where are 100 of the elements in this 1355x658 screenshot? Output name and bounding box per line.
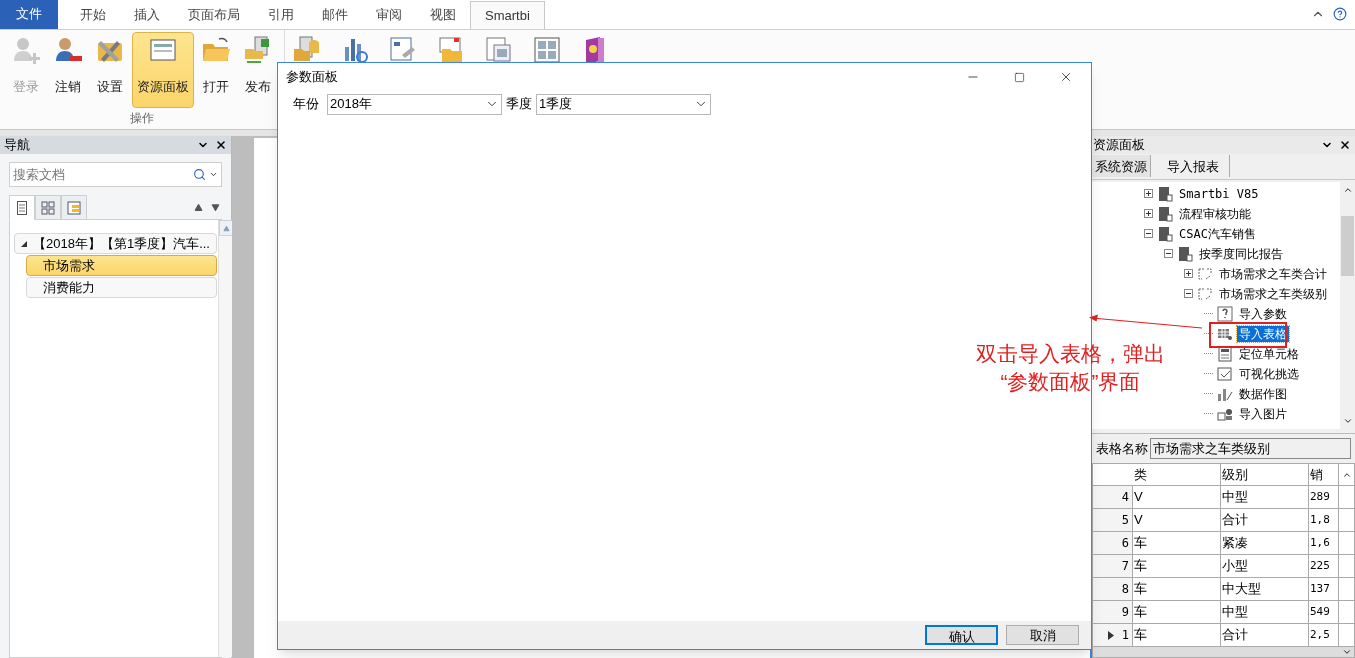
- ribbon-tab[interactable]: 引用: [254, 1, 308, 29]
- scrollbar[interactable]: [1340, 181, 1355, 430]
- ribbon-button[interactable]: 打开: [196, 32, 236, 108]
- row-number: 4: [1121, 489, 1129, 506]
- table-cell: 2,5: [1309, 624, 1339, 646]
- checklist-icon: [1217, 365, 1233, 382]
- user-add-icon: [11, 35, 41, 65]
- tree-item[interactable]: 定位单元格: [1237, 345, 1301, 362]
- document-icon: [1157, 205, 1173, 222]
- row-header[interactable]: 9: [1093, 601, 1133, 623]
- tree-item[interactable]: Smartbi V85: [1177, 185, 1261, 202]
- maximize-icon[interactable]: [1014, 71, 1025, 83]
- table-cell: 中型: [1221, 486, 1309, 508]
- ribbon-button[interactable]: 注销: [48, 32, 88, 108]
- scroll-down-icon[interactable]: [1342, 647, 1352, 657]
- ribbon-tab[interactable]: 邮件: [308, 1, 362, 29]
- tree-item[interactable]: 市场需求之车类合计: [1217, 265, 1329, 282]
- search-field[interactable]: 搜索文档: [9, 162, 222, 187]
- document-icon: [1157, 185, 1173, 202]
- collapse-icon[interactable]: [1164, 249, 1173, 259]
- ribbon-tab[interactable]: Smartbi: [470, 1, 545, 29]
- dialog-title: 参数面板: [286, 68, 339, 87]
- close-icon[interactable]: [1339, 139, 1351, 151]
- row-header[interactable]: 6: [1093, 532, 1133, 554]
- table-cell: 车: [1133, 578, 1221, 600]
- dropdown-field[interactable]: 2018年: [327, 93, 502, 115]
- table-cell: 小型: [1221, 555, 1309, 577]
- expand-arrow-icon[interactable]: [21, 240, 27, 247]
- tree-item[interactable]: 流程审核功能: [1177, 205, 1253, 222]
- grid-icon: [41, 200, 55, 215]
- param-label: 年份: [293, 95, 319, 114]
- row-header[interactable]: 4: [1093, 486, 1133, 508]
- help-icon[interactable]: [1333, 7, 1347, 21]
- dropdown-icon[interactable]: [209, 170, 218, 179]
- close-icon[interactable]: [1059, 70, 1073, 84]
- panel-tab[interactable]: 导入报表: [1157, 155, 1230, 178]
- row-number: 1: [1121, 627, 1129, 644]
- tree-item[interactable]: 市场需求之车类级别: [1217, 285, 1329, 302]
- up-arrow-icon[interactable]: [194, 202, 203, 212]
- expand-icon[interactable]: [1144, 189, 1153, 199]
- table-cell: 车: [1133, 532, 1221, 554]
- tree-item[interactable]: 消费能力: [26, 277, 217, 298]
- table-cell: V: [1133, 486, 1221, 508]
- tree-item[interactable]: 导入图片: [1237, 405, 1289, 422]
- ribbon-tab[interactable]: 插入: [120, 1, 174, 29]
- tree-item[interactable]: 按季度同比报告: [1197, 245, 1285, 262]
- row-header[interactable]: 8: [1093, 578, 1133, 600]
- down-arrow-icon[interactable]: [211, 202, 220, 212]
- view-tab[interactable]: [35, 195, 61, 220]
- table-name-field[interactable]: 市场需求之车类级别: [1150, 438, 1351, 460]
- collapse-icon[interactable]: [1144, 229, 1153, 239]
- table-cell: 中型: [1221, 601, 1309, 623]
- tree-item[interactable]: 导入参数: [1237, 305, 1289, 322]
- ribbon-tab[interactable]: 视图: [416, 1, 470, 29]
- expand-icon[interactable]: [1144, 209, 1153, 219]
- file-tab[interactable]: 文件: [0, 0, 58, 29]
- expand-icon[interactable]: [1184, 269, 1193, 279]
- tree-item[interactable]: 可视化挑选: [1237, 365, 1301, 382]
- table-cell: V: [1133, 509, 1221, 531]
- column-header: 销: [1309, 464, 1339, 485]
- tree-item[interactable]: 市场需求: [26, 255, 217, 276]
- ribbon-button[interactable]: 资源面板: [132, 32, 194, 108]
- view-tab[interactable]: [9, 195, 35, 220]
- table-cell: 车: [1133, 601, 1221, 623]
- collapse-icon[interactable]: [1184, 289, 1193, 299]
- table-cell: 合计: [1221, 624, 1309, 646]
- page-icon: [17, 200, 27, 215]
- current-row-icon: [1107, 630, 1114, 640]
- ribbon-button[interactable]: 设置: [90, 32, 130, 108]
- report-icon: [1197, 265, 1213, 282]
- row-header[interactable]: 7: [1093, 555, 1133, 577]
- column-header: 级别: [1221, 464, 1309, 485]
- report-icon: [1197, 285, 1213, 302]
- search-icon[interactable]: [193, 168, 206, 181]
- scroll-up-icon[interactable]: [1342, 470, 1352, 480]
- table-cell: 1,8: [1309, 509, 1339, 531]
- tree-item[interactable]: 数据作图: [1237, 385, 1289, 402]
- document-icon: [1177, 245, 1193, 262]
- row-header[interactable]: 5: [1093, 509, 1133, 531]
- confirm-button[interactable]: 确认: [925, 625, 998, 645]
- tree-item[interactable]: 导入表格: [1237, 325, 1289, 342]
- cancel-button[interactable]: 取消: [1006, 625, 1079, 645]
- ribbon-tab[interactable]: 页面布局: [174, 1, 254, 29]
- table-cell: 549: [1309, 601, 1339, 623]
- row-number: 5: [1121, 512, 1129, 529]
- panel-tab[interactable]: 系统资源: [1092, 155, 1151, 178]
- tree-item[interactable]: 【2018年】【第1季度】汽车...: [14, 233, 217, 254]
- tree-item[interactable]: CSAC汽车销售: [1177, 225, 1258, 242]
- row-number: 7: [1121, 558, 1129, 575]
- ribbon-tab[interactable]: 审阅: [362, 1, 416, 29]
- scroll-thumb[interactable]: [1341, 215, 1354, 276]
- dropdown-field[interactable]: 1季度: [536, 93, 711, 115]
- table-cell: 车: [1133, 624, 1221, 646]
- ribbon-tab[interactable]: 开始: [66, 1, 120, 29]
- table-cell: 中大型: [1221, 578, 1309, 600]
- table-cell: 紧凑: [1221, 532, 1309, 554]
- row-header[interactable]: 1: [1093, 624, 1133, 646]
- ribbon-button[interactable]: 发布: [238, 32, 278, 108]
- close-icon[interactable]: [215, 139, 227, 151]
- param-label: 季度: [506, 95, 532, 114]
